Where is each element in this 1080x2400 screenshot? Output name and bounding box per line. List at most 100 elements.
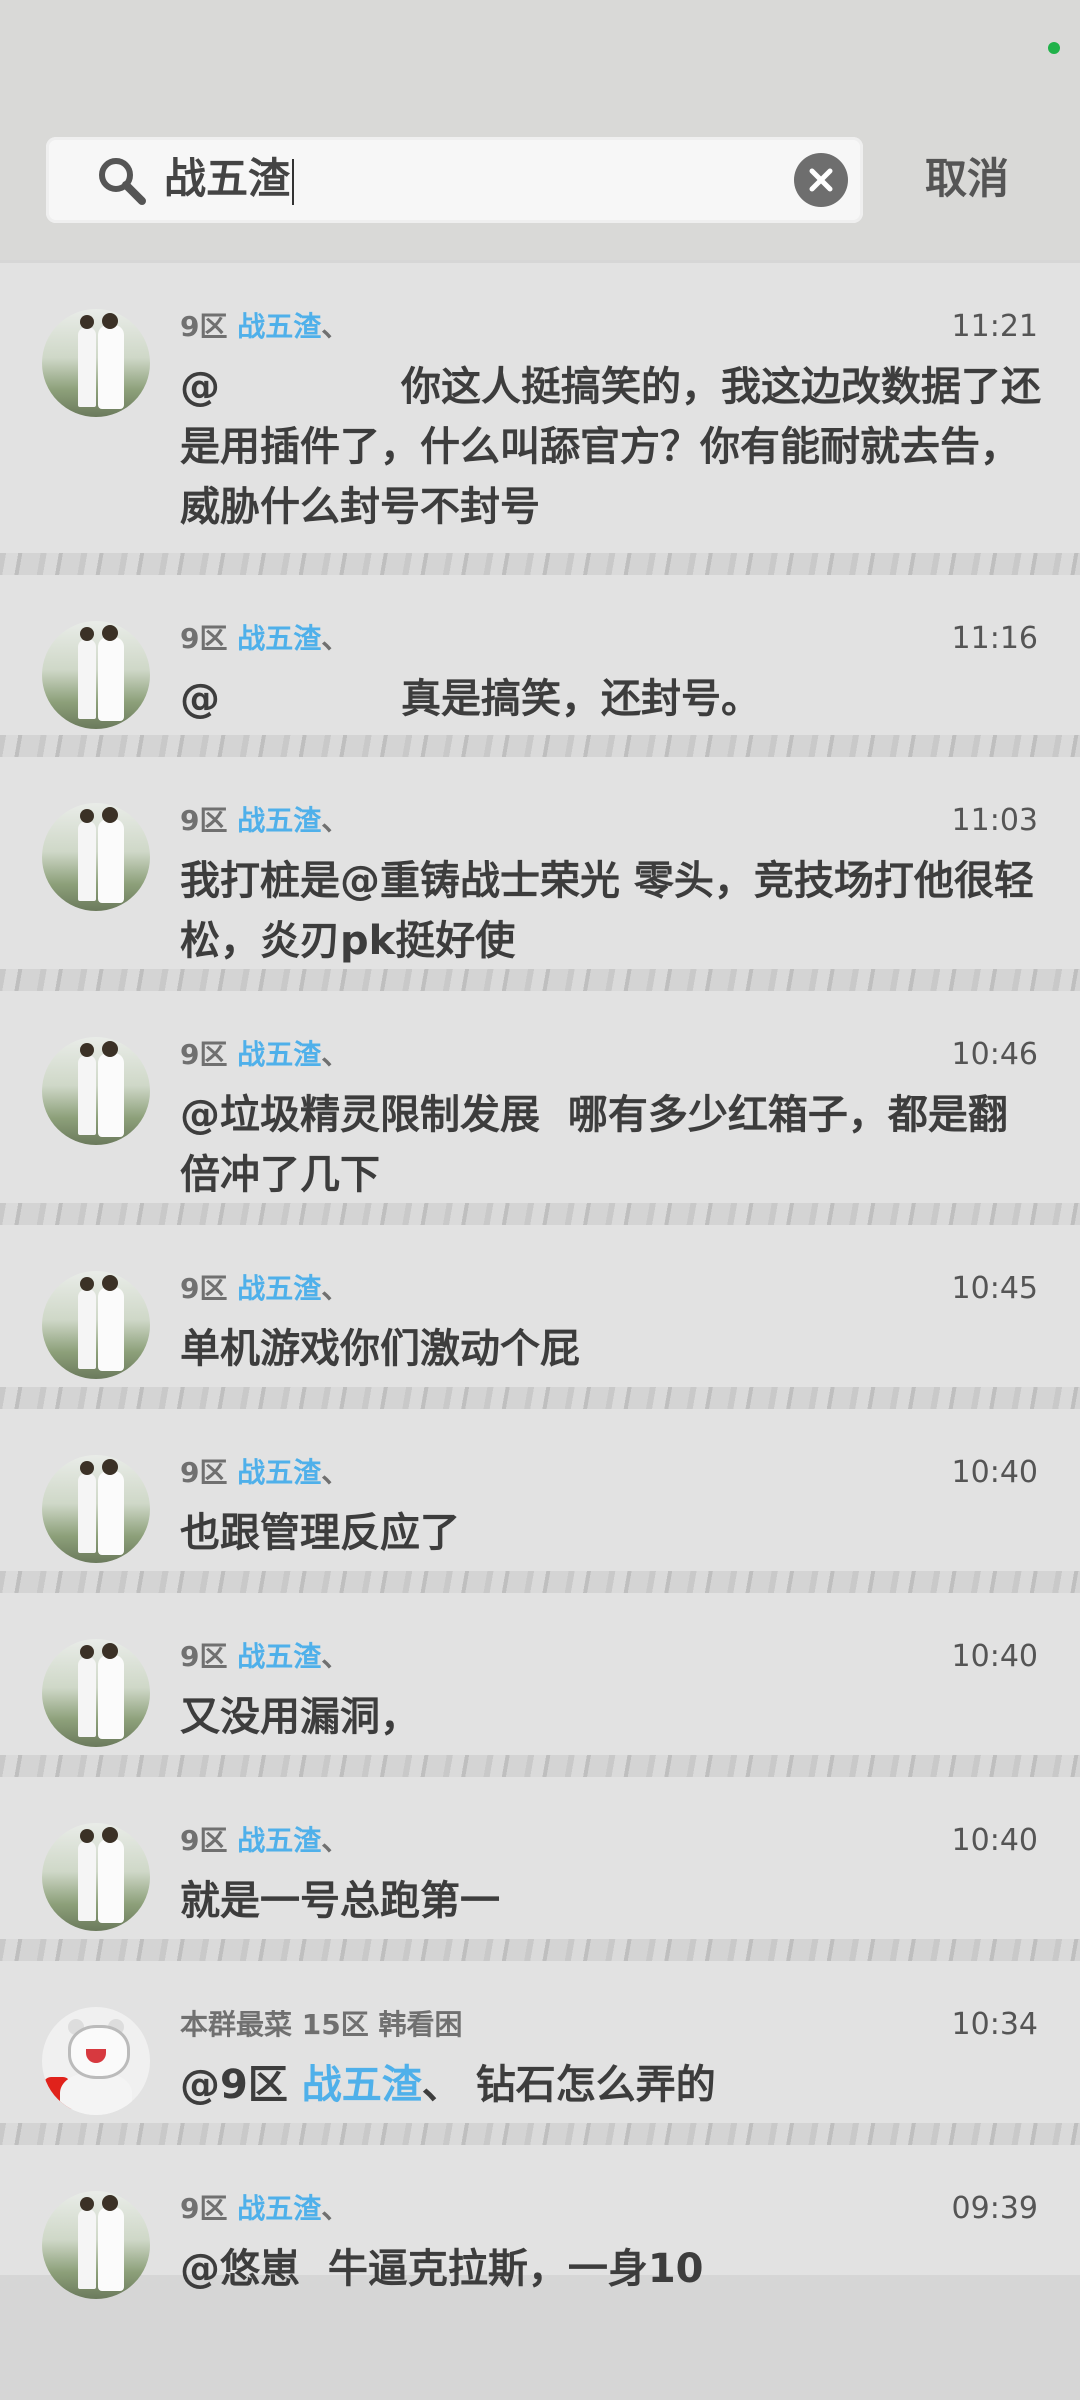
sender-suffix: 、 [321,1824,350,1857]
status-bar [0,0,1080,100]
sender-name: 9区 战五渣、 [180,1455,349,1491]
message-text-before: @垃圾精灵限制发展 哪有多少红箱子，都是翻倍冲了几下 [180,1092,1008,1198]
sender-name: 9区 战五渣、 [180,803,349,839]
text-cursor [292,158,295,205]
sender-prefix: 9区 [180,622,238,655]
sender-name: 9区 战五渣、 [180,1639,349,1675]
search-query-text: 战五渣 [164,154,291,203]
message-text-before: @ [180,676,220,722]
search-results-list[interactable]: 9区 战五渣、 11:21 @ 你这人挺搞笑的，我这边改数据了还是用插件了，什么叫舔… [0,263,1080,2299]
sender-name: 9区 战五渣、 [180,621,349,657]
message-text: @ 真是搞笑，还封号。 [180,669,1042,729]
sender-suffix: 、 [321,310,350,343]
avatar[interactable] [42,1455,150,1563]
result-item[interactable]: 9区 战五渣、 11:16 @ 真是搞笑，还封号。 [0,575,1080,735]
avatar[interactable] [42,2191,150,2299]
message-time: 10:46 [951,1037,1038,1072]
list-divider [0,2123,1080,2145]
message-time: 11:21 [951,309,1038,344]
list-divider [0,1203,1080,1225]
close-icon [809,168,833,192]
sender-suffix: 、 [321,622,350,655]
list-divider [0,1755,1080,1777]
message-text-before: @9区 [180,2062,302,2108]
sender-prefix: 9区 [180,1456,238,1489]
sender-suffix: 、 [321,1456,350,1489]
message-text-before: 又没用漏洞， [180,1694,420,1740]
message-time: 10:40 [951,1639,1038,1674]
sender-suffix: 、 [321,804,350,837]
message-text-before: @ [180,364,220,410]
clear-search-button[interactable] [794,153,848,207]
avatar[interactable] [42,1271,150,1379]
message-text: 我打桩是@重铸战士荣光 零头，竞技场打他很轻松，炎刃pk挺好使 [180,851,1042,971]
cancel-button[interactable]: 取消 [925,144,1009,214]
result-item[interactable]: 9区 战五渣、 10:45 单机游戏你们激动个屁 [0,1225,1080,1387]
message-text: @9区 战五渣、 钻石怎么弄的 [180,2055,1042,2115]
list-divider [0,969,1080,991]
sender-prefix: 9区 [180,1272,238,1305]
sender-prefix: 9区 [180,1640,238,1673]
search-input[interactable]: 战五渣 [164,149,295,209]
sender-name: 9区 战五渣、 [180,1271,349,1307]
sender-prefix: 本群最菜 15区 韩看困 [180,2008,463,2041]
message-text: @悠崽 牛逼克拉斯，一身10 [180,2239,1042,2299]
message-text: @垃圾精灵限制发展 哪有多少红箱子，都是翻倍冲了几下 [180,1085,1042,1205]
status-indicator-dot [1048,42,1060,54]
list-divider [0,1939,1080,1961]
sender-suffix: 、 [321,1640,350,1673]
result-item[interactable]: 9区 战五渣、 10:40 也跟管理反应了 [0,1409,1080,1571]
sender-name: 9区 战五渣、 [180,2191,349,2227]
sender-match-highlight: 战五渣 [237,804,322,837]
sender-prefix: 9区 [180,804,238,837]
sender-match-highlight: 战五渣 [237,1038,322,1071]
result-item[interactable]: 9区 战五渣、 09:39 @悠崽 牛逼克拉斯，一身10 [0,2145,1080,2299]
message-text-before: 我打桩是@重铸战士荣光 零头，竞技场打他很轻松，炎刃pk挺好使 [180,858,1034,964]
sender-match-highlight: 战五渣 [237,1824,322,1857]
message-time: 11:16 [951,621,1038,656]
message-text-before: @悠崽 牛逼克拉斯，一身10 [180,2246,704,2292]
sender-prefix: 9区 [180,1038,238,1071]
avatar[interactable] [42,803,150,911]
list-divider [0,1387,1080,1409]
sender-name: 9区 战五渣、 [180,309,349,345]
sender-match-highlight: 战五渣 [237,1640,322,1673]
avatar[interactable] [42,1639,150,1747]
message-match-highlight: 战五渣 [301,2062,422,2108]
message-time: 11:03 [951,803,1038,838]
message-text-before: 单机游戏你们激动个屁 [180,1326,580,1372]
avatar[interactable] [42,1823,150,1931]
result-item[interactable]: 本群最菜 15区 韩看困 10:34 @9区 战五渣、 钻石怎么弄的 [0,1961,1080,2123]
sender-match-highlight: 战五渣 [237,1272,322,1305]
sender-prefix: 9区 [180,310,238,343]
sender-suffix: 、 [321,1272,350,1305]
result-item[interactable]: 9区 战五渣、 11:21 @ 你这人挺搞笑的，我这边改数据了还是用插件了，什么叫舔… [0,263,1080,553]
result-item[interactable]: 9区 战五渣、 10:40 就是一号总跑第一 [0,1777,1080,1939]
message-text-before: 也跟管理反应了 [180,1510,460,1556]
message-text: 又没用漏洞， [180,1687,1042,1747]
message-text: 就是一号总跑第一 [180,1871,1042,1931]
search-box[interactable]: 战五渣 [46,137,863,223]
message-text-before: 就是一号总跑第一 [180,1878,500,1924]
sender-suffix: 、 [321,2192,350,2225]
avatar[interactable] [42,309,150,417]
sender-name: 9区 战五渣、 [180,1823,349,1859]
result-item[interactable]: 9区 战五渣、 11:03 我打桩是@重铸战士荣光 零头，竞技场打他很轻松，炎刃pk… [0,757,1080,969]
search-icon [99,158,146,205]
sender-match-highlight: 战五渣 [237,622,322,655]
message-time: 09:39 [951,2191,1038,2226]
search-header: 战五渣 取消 [0,100,1080,260]
sender-name: 本群最菜 15区 韩看困 [180,2007,462,2043]
avatar[interactable] [42,2007,150,2115]
sender-match-highlight: 战五渣 [237,1456,322,1489]
sender-match-highlight: 战五渣 [237,2192,322,2225]
sender-prefix: 9区 [180,1824,238,1857]
message-text-after: 你这人挺搞笑的，我这边改数据了还是用插件了，什么叫舔官方？你有能耐就去告，威胁什… [180,364,1042,530]
avatar[interactable] [42,621,150,729]
message-text-after: 、 钻石怎么弄的 [421,2062,716,2108]
avatar[interactable] [42,1037,150,1145]
sender-name: 9区 战五渣、 [180,1037,349,1073]
result-item[interactable]: 9区 战五渣、 10:40 又没用漏洞， [0,1593,1080,1755]
message-time: 10:40 [951,1455,1038,1490]
result-item[interactable]: 9区 战五渣、 10:46 @垃圾精灵限制发展 哪有多少红箱子，都是翻倍冲了几下 [0,991,1080,1203]
